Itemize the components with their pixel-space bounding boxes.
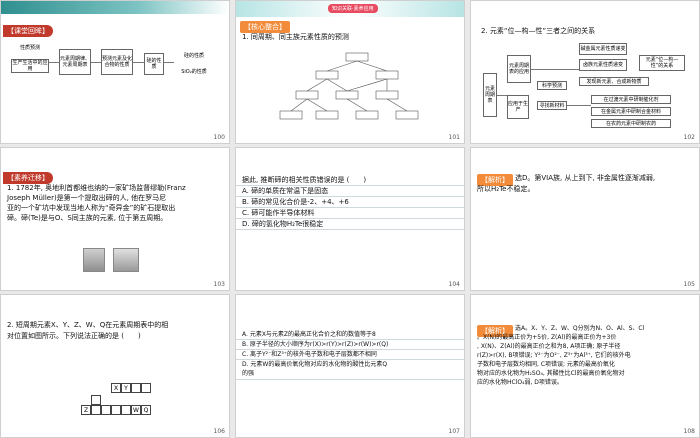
- connector: [49, 62, 59, 63]
- slide-102[interactable]: 2. 元素“位—构—性”三者之间的关系 元素周期表 应用于生产 元素周期表的应用…: [470, 0, 700, 144]
- page-number: 108: [683, 428, 695, 435]
- rule: [236, 185, 464, 186]
- section-tag: 【素养迁移】: [3, 172, 53, 184]
- connector: [567, 105, 591, 106]
- table-cell-empty: [131, 383, 141, 393]
- slide-heading: 1. 同周期、同主族元素性质的预测: [242, 33, 349, 41]
- table-cell-w: W: [131, 405, 141, 415]
- table-cell-x: X: [111, 383, 121, 393]
- analysis-line: 选D。第VIA族, 从上到下, 非金属性逐渐减弱,: [515, 174, 656, 182]
- diagram-box: 元素“位—构—性”的关系: [639, 55, 685, 71]
- connector: [497, 95, 507, 96]
- question-line: 对位置如图所示。下列说法正确的是 ( ): [7, 332, 141, 340]
- page-number: 102: [683, 134, 695, 141]
- diagram-box: 应用于生产: [507, 95, 529, 119]
- option-a[interactable]: A. 元素X与元素Z的最高正化合价之和的数值等于8: [242, 331, 462, 339]
- diagram-label: 性质预测: [11, 43, 49, 53]
- table-cell-z: Z: [81, 405, 91, 415]
- periodic-trend-diagram: [279, 52, 419, 120]
- analysis-line: r(Z)>r(X), B项错误; Y²⁻为O²⁻, Z³⁺为Al³⁺, 它们的核…: [477, 352, 631, 359]
- diagram-box: 在农药元素中研制农药: [591, 119, 671, 128]
- rule: [236, 379, 464, 380]
- option-b[interactable]: B. 原子半径的大小顺序为r(X)>r(Y)>r(Z)>r(W)>r(Q): [242, 341, 462, 349]
- section-tag: 【课堂回眸】: [3, 25, 53, 37]
- slide-103[interactable]: 【素养迁移】 1. 1782年, 奥地利首都维也纳的一家矿场监督缪勒(Franz…: [0, 147, 230, 291]
- diagram-box: 发现新元素、合成新物质: [579, 77, 649, 86]
- rule: [236, 207, 464, 208]
- slide-heading: 2. 元素“位—构—性”三者之间的关系: [481, 27, 596, 35]
- table-cell-empty: [121, 405, 131, 415]
- slide-104[interactable]: 据此, 推断碲的相关性质错误的是 ( ) A. 碲的单质在常温下是固态 B. 碲…: [235, 147, 465, 291]
- diagram-box: 卤族元素性质递变: [579, 59, 627, 71]
- diagram-box: 元素周期表: [483, 73, 497, 117]
- section-tag: 【核心整合】: [240, 21, 290, 33]
- rule: [236, 359, 464, 360]
- connector: [133, 62, 144, 63]
- analysis-line: 选A。X、Y、Z、W、Q分别为N、O、Al、S、Cl: [515, 325, 645, 332]
- rule: [236, 339, 464, 340]
- analysis-line: 所以H₂Te不稳定。: [477, 185, 535, 193]
- table-cell-empty: [111, 405, 121, 415]
- slide-107[interactable]: A. 元素X与元素Z的最高正化合价之和的数值等于8 B. 原子半径的大小顺序为r…: [235, 294, 465, 438]
- page-number: 104: [448, 281, 460, 288]
- table-cell-q: Q: [141, 405, 151, 415]
- page-number: 106: [213, 428, 225, 435]
- mineral-image: [113, 248, 139, 272]
- diagram-box: 寻找新材料: [537, 101, 567, 110]
- diagram-label: 硅的性质: [174, 51, 214, 61]
- analysis-line: 子数和电子层数均相同, C项错误; 元素的最高价氧化: [477, 361, 615, 368]
- slide-106[interactable]: 2. 短周期元素X、Y、Z、W、Q在元素周期表中的相 对位置如图所示。下列说法正…: [0, 294, 230, 438]
- ribbon-pill: 知识关联·素养应用: [328, 4, 378, 13]
- question-line: 亚的一个矿坑中发现当地人称为“奇异金”的矿石提取出: [7, 204, 176, 212]
- slide-101[interactable]: 知识关联·素养应用 【核心整合】 1. 同周期、同主族元素性质的预测 101: [235, 0, 465, 144]
- page-number: 100: [213, 134, 225, 141]
- table-cell-y: Y: [121, 383, 131, 393]
- connector: [531, 69, 579, 70]
- slide-108[interactable]: 【解析】 选A。X、Y、Z、W、Q分别为N、O、Al、S、Cl 。X(N)的最高…: [470, 294, 700, 438]
- option-d[interactable]: D. 元素W的最高价氧化物对应的水化物的酸性比元素Q: [242, 361, 462, 369]
- option-d-continued: 的强: [242, 370, 255, 377]
- question-line: 2. 短周期元素X、Y、Z、W、Q在元素周期表中的相: [7, 321, 169, 329]
- diagram-box: 预测元素及化合物的性质: [101, 49, 133, 75]
- slide-105[interactable]: 【解析】 选D。第VIA族, 从上到下, 非金属性逐渐减弱, 所以H₂Te不稳定…: [470, 147, 700, 291]
- diagram-box: 在过渡元素中研制催化剂: [591, 95, 671, 104]
- analysis-line: , X(N)、Z(Al)的最高正价之和为8, A项正确; 原子半径: [477, 343, 621, 350]
- table-cell-empty: [91, 405, 101, 415]
- diagram-box: 科学预测: [537, 81, 567, 90]
- diagram-box: 元素周期表的应用: [507, 55, 531, 83]
- analysis-line: 应的水化物HClO₄弱, D项错误。: [477, 379, 563, 386]
- page-number: 107: [448, 428, 460, 435]
- slide-100[interactable]: 【课堂回眸】 性质预测 生产生活中的应用 元素周期律、元素周期表 预测元素及化合…: [0, 0, 230, 144]
- slide-header-bar: [1, 1, 229, 14]
- rule: [236, 229, 464, 230]
- question-line: 碲。碲(Te)是与O、S同主族的元素, 位于第五周期。: [7, 214, 168, 222]
- page-number: 101: [448, 134, 460, 141]
- connector: [91, 62, 101, 63]
- question-line: 1. 1782年, 奥地利首都维也纳的一家矿场监督缪勒(Franz: [7, 184, 186, 192]
- connector: [164, 62, 174, 63]
- option-c[interactable]: C. 离子Y²⁻和Z³⁺的核外电子数和电子层数都不相同: [242, 351, 462, 359]
- table-cell-empty: [91, 395, 101, 405]
- analysis-line: 物对应的水化物为H₂SO₄, 其酸性比Cl的最高价氧化物对: [477, 370, 625, 377]
- page-number: 105: [683, 281, 695, 288]
- question-line: Joseph Müller)是第一个提取出碲的人, 他在罗马尼: [7, 194, 167, 202]
- rule: [236, 218, 464, 219]
- rule: [236, 349, 464, 350]
- portrait-image: [83, 248, 105, 272]
- table-cell-empty: [101, 405, 111, 415]
- diagram-box: 硅的性质: [144, 53, 164, 75]
- diagram-box: 元素周期律、元素周期表: [59, 49, 91, 75]
- diagram-box: 碱金属元素性质递变: [579, 43, 627, 55]
- diagram-box: 在金属元素中研制合金材料: [591, 107, 671, 116]
- page-number: 103: [213, 281, 225, 288]
- rule: [236, 196, 464, 197]
- table-cell-empty: [141, 383, 151, 393]
- analysis-line: 。X(N)的最高正价为+5价, Z(Al)的最高正价为+3价: [477, 334, 617, 341]
- diagram-box: 生产生活中的应用: [11, 59, 49, 73]
- diagram-label: SiO₂的性质: [174, 67, 214, 77]
